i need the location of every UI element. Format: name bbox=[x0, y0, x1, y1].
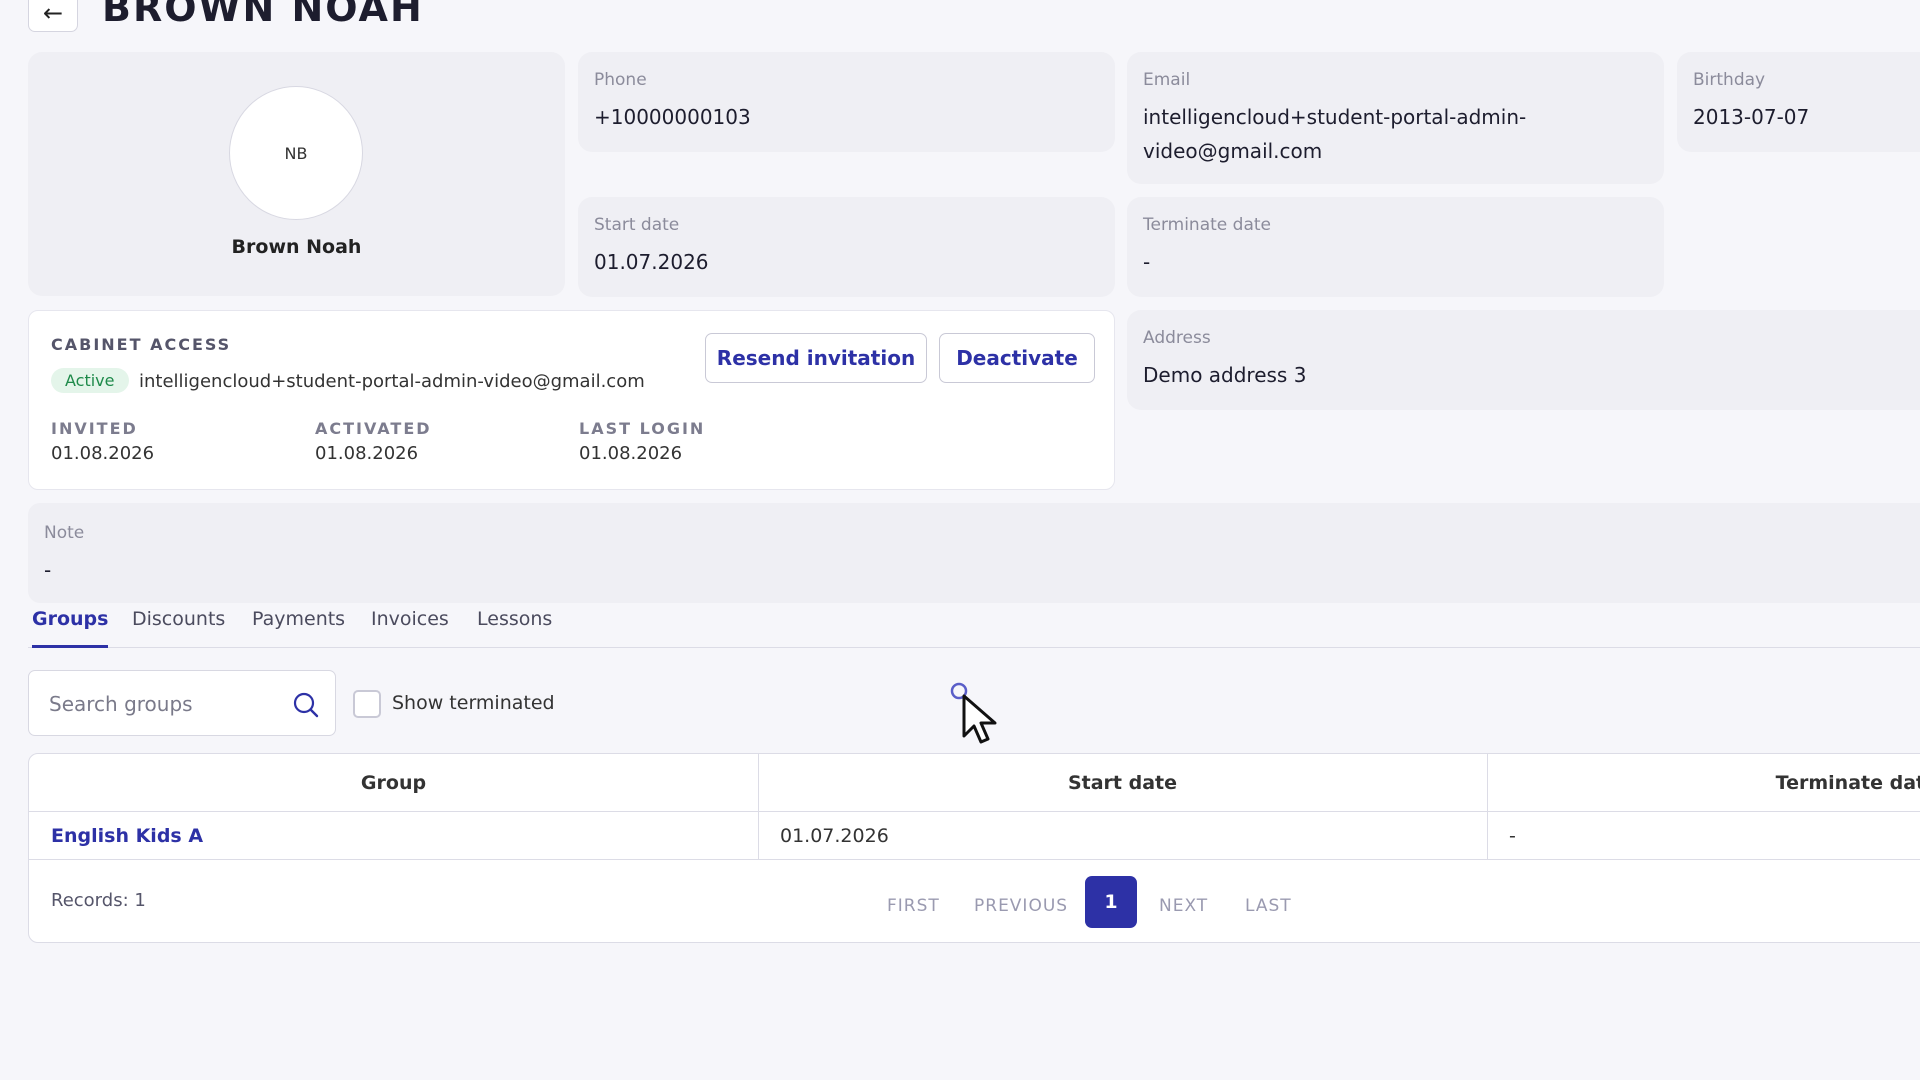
email-label: Email bbox=[1143, 70, 1191, 90]
terminate-date-card: Terminate date - bbox=[1127, 197, 1664, 297]
page-title: BROWN NOAH bbox=[102, 0, 424, 30]
email-value-line1: intelligencloud+student-portal-admin- bbox=[1143, 105, 1527, 129]
start-date-label: Start date bbox=[594, 215, 680, 235]
terminate-date-label: Terminate date bbox=[1143, 215, 1271, 235]
tab-discounts[interactable]: Discounts bbox=[132, 606, 225, 648]
status-badge: Active bbox=[51, 368, 129, 393]
group-link[interactable]: English Kids A bbox=[51, 825, 203, 847]
column-header-terminate-date[interactable]: Terminate date bbox=[1487, 754, 1920, 812]
activated-label: ACTIVATED bbox=[315, 419, 432, 438]
tab-bar: Groups Discounts Payments Invoices Lesso… bbox=[28, 606, 1920, 648]
column-header-group[interactable]: Group bbox=[29, 754, 758, 812]
pagination-last[interactable]: LAST bbox=[1245, 880, 1292, 932]
pagination-current-page[interactable]: 1 bbox=[1085, 876, 1137, 928]
tab-lessons[interactable]: Lessons bbox=[477, 606, 552, 648]
avatar: NB bbox=[229, 86, 363, 220]
phone-card: Phone +10000000103 bbox=[578, 52, 1115, 152]
column-header-start-date[interactable]: Start date bbox=[758, 754, 1487, 812]
profile-card: NB Brown Noah bbox=[28, 52, 565, 296]
note-label: Note bbox=[44, 523, 85, 543]
note-card: Note - bbox=[28, 503, 1920, 603]
show-terminated-label[interactable]: Show terminated bbox=[392, 692, 555, 714]
last-login-label: LAST LOGIN bbox=[579, 419, 706, 438]
start-date-card: Start date 01.07.2026 bbox=[578, 197, 1115, 297]
profile-name: Brown Noah bbox=[231, 236, 362, 258]
pagination-first[interactable]: FIRST bbox=[887, 880, 940, 932]
phone-value: +10000000103 bbox=[594, 105, 751, 129]
address-card: Address Demo address 3 bbox=[1127, 310, 1920, 410]
birthday-value: 2013-07-07 bbox=[1693, 105, 1810, 129]
last-login-value: 01.08.2026 bbox=[579, 443, 683, 464]
table-cell-start-date: 01.07.2026 bbox=[758, 812, 1487, 860]
email-value: intelligencloud+student-portal-admin- vi… bbox=[1143, 100, 1526, 168]
tab-invoices[interactable]: Invoices bbox=[371, 606, 449, 648]
tab-payments[interactable]: Payments bbox=[252, 606, 345, 648]
invited-value: 01.08.2026 bbox=[51, 443, 155, 464]
pagination-next[interactable]: NEXT bbox=[1159, 880, 1208, 932]
resend-invitation-button[interactable]: Resend invitation bbox=[705, 333, 927, 383]
deactivate-button[interactable]: Deactivate bbox=[939, 333, 1095, 383]
mouse-cursor-icon bbox=[950, 682, 997, 744]
cabinet-access-card: CABINET ACCESS Active intelligencloud+st… bbox=[28, 310, 1115, 490]
birthday-label: Birthday bbox=[1693, 70, 1766, 90]
email-card: Email intelligencloud+student-portal-adm… bbox=[1127, 52, 1664, 184]
pagination-previous[interactable]: PREVIOUS bbox=[974, 880, 1068, 932]
note-value: - bbox=[44, 558, 52, 582]
search-input[interactable] bbox=[49, 689, 279, 719]
search-icon[interactable] bbox=[291, 690, 321, 720]
back-button[interactable]: ← bbox=[28, 0, 78, 32]
avatar-initials: NB bbox=[284, 143, 308, 163]
show-terminated-checkbox[interactable] bbox=[353, 690, 381, 718]
invited-label: INVITED bbox=[51, 419, 138, 438]
start-date-value: 01.07.2026 bbox=[594, 250, 709, 274]
arrow-left-icon: ← bbox=[42, 0, 64, 27]
cabinet-email: intelligencloud+student-portal-admin-vid… bbox=[139, 371, 645, 392]
birthday-card: Birthday 2013-07-07 bbox=[1677, 52, 1920, 152]
activated-value: 01.08.2026 bbox=[315, 443, 419, 464]
email-value-line2: video@gmail.com bbox=[1143, 139, 1323, 163]
address-label: Address bbox=[1143, 328, 1211, 348]
records-count: Records: 1 bbox=[51, 890, 146, 911]
address-value: Demo address 3 bbox=[1143, 363, 1307, 387]
table-row: English Kids A bbox=[29, 812, 758, 860]
table-cell-terminate-date: - bbox=[1487, 812, 1920, 860]
cabinet-access-title: CABINET ACCESS bbox=[51, 335, 232, 354]
search-box bbox=[28, 670, 336, 736]
groups-table: Group Start date Terminate date English … bbox=[28, 753, 1920, 943]
phone-label: Phone bbox=[594, 70, 647, 90]
tab-groups[interactable]: Groups bbox=[32, 606, 109, 648]
terminate-date-value: - bbox=[1143, 250, 1151, 274]
